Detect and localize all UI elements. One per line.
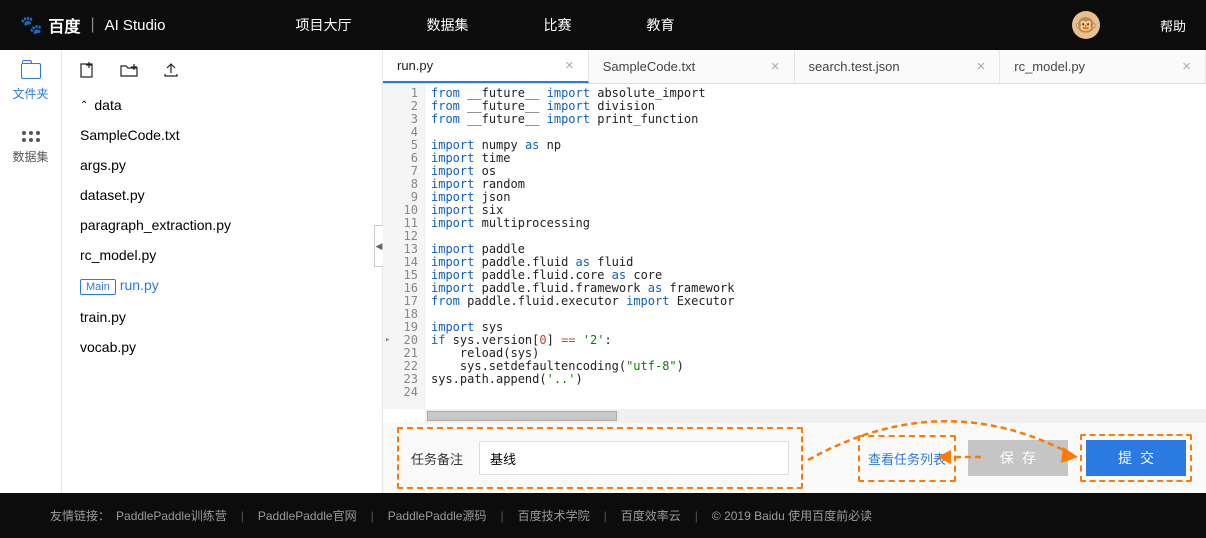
view-task-list-link[interactable]: 查看任务列表 <box>868 452 946 467</box>
main-tag: Main <box>80 279 116 295</box>
new-file-icon[interactable] <box>78 61 96 79</box>
footer-link[interactable]: PaddlePaddle官网 <box>258 507 357 524</box>
nav-competition[interactable]: 比赛 <box>543 15 571 35</box>
close-icon[interactable]: × <box>565 57 574 74</box>
sidebar-dataset[interactable]: 数据集 <box>0 115 61 180</box>
save-button[interactable]: 保存 <box>968 440 1068 476</box>
help-link[interactable]: 帮助 <box>1160 16 1186 35</box>
logo-baidu: 百度 <box>48 13 80 37</box>
baidu-paw-icon: 🐾 <box>20 15 42 36</box>
code-content[interactable]: from __future__ import absolute_import f… <box>425 84 1206 409</box>
close-icon[interactable]: × <box>976 58 985 75</box>
nav-projects[interactable]: 项目大厅 <box>295 15 351 35</box>
task-note-box: 任务备注 <box>397 427 803 489</box>
new-folder-icon[interactable] <box>120 61 138 79</box>
logo-ai-studio: AI Studio <box>105 17 166 34</box>
code-editor[interactable]: 123456789101112131415161718192021222324 … <box>383 84 1206 409</box>
top-nav: 项目大厅 数据集 比赛 教育 <box>295 15 674 35</box>
footer-link[interactable]: 百度效率云 <box>621 507 681 524</box>
nav-datasets[interactable]: 数据集 <box>426 15 468 35</box>
task-input[interactable] <box>479 441 789 475</box>
line-gutter: 123456789101112131415161718192021222324 <box>383 84 425 409</box>
view-task-list-box: 查看任务列表 <box>858 435 956 482</box>
nav-education[interactable]: 教育 <box>646 15 674 35</box>
file-item[interactable]: args.py <box>76 150 368 180</box>
file-item[interactable]: vocab.py <box>76 332 368 362</box>
footer-label: 友情链接： <box>50 507 110 524</box>
submit-button[interactable]: 提交 <box>1086 440 1186 476</box>
file-item[interactable]: train.py <box>76 302 368 332</box>
chevron-down-icon: ⌃ <box>80 100 88 111</box>
folder-data[interactable]: ⌃ data <box>76 90 368 120</box>
sidebar-files[interactable]: 文件夹 <box>0 50 61 115</box>
file-item[interactable]: SampleCode.txt <box>76 120 368 150</box>
file-item[interactable]: rc_model.py <box>76 240 368 270</box>
close-icon[interactable]: × <box>1182 58 1191 75</box>
collapse-handle[interactable]: ◀ <box>374 225 383 267</box>
file-item[interactable]: paragraph_extraction.py <box>76 210 368 240</box>
task-label: 任务备注 <box>411 449 463 468</box>
avatar[interactable]: 🐵 <box>1072 11 1100 39</box>
tab-samplecode[interactable]: SampleCode.txt× <box>589 50 795 83</box>
footer-link[interactable]: 百度技术学院 <box>518 507 590 524</box>
footer-copyright: © 2019 Baidu 使用百度前必读 <box>712 507 872 524</box>
close-icon[interactable]: × <box>771 58 780 75</box>
file-item[interactable]: dataset.py <box>76 180 368 210</box>
logo-separator: | <box>90 16 94 34</box>
horizontal-scrollbar[interactable] <box>425 409 1206 423</box>
file-item-active[interactable]: Mainrun.py <box>76 270 368 302</box>
folder-icon <box>21 63 41 79</box>
submit-box: 提交 <box>1080 434 1192 482</box>
tab-run-py[interactable]: run.py× <box>383 50 589 83</box>
upload-icon[interactable] <box>162 61 180 79</box>
dataset-icon <box>21 131 41 142</box>
tab-rc-model[interactable]: rc_model.py× <box>1000 50 1206 83</box>
tab-search-json[interactable]: search.test.json× <box>795 50 1001 83</box>
footer-link[interactable]: PaddlePaddle训练营 <box>116 507 227 524</box>
footer-link[interactable]: PaddlePaddle源码 <box>388 507 487 524</box>
